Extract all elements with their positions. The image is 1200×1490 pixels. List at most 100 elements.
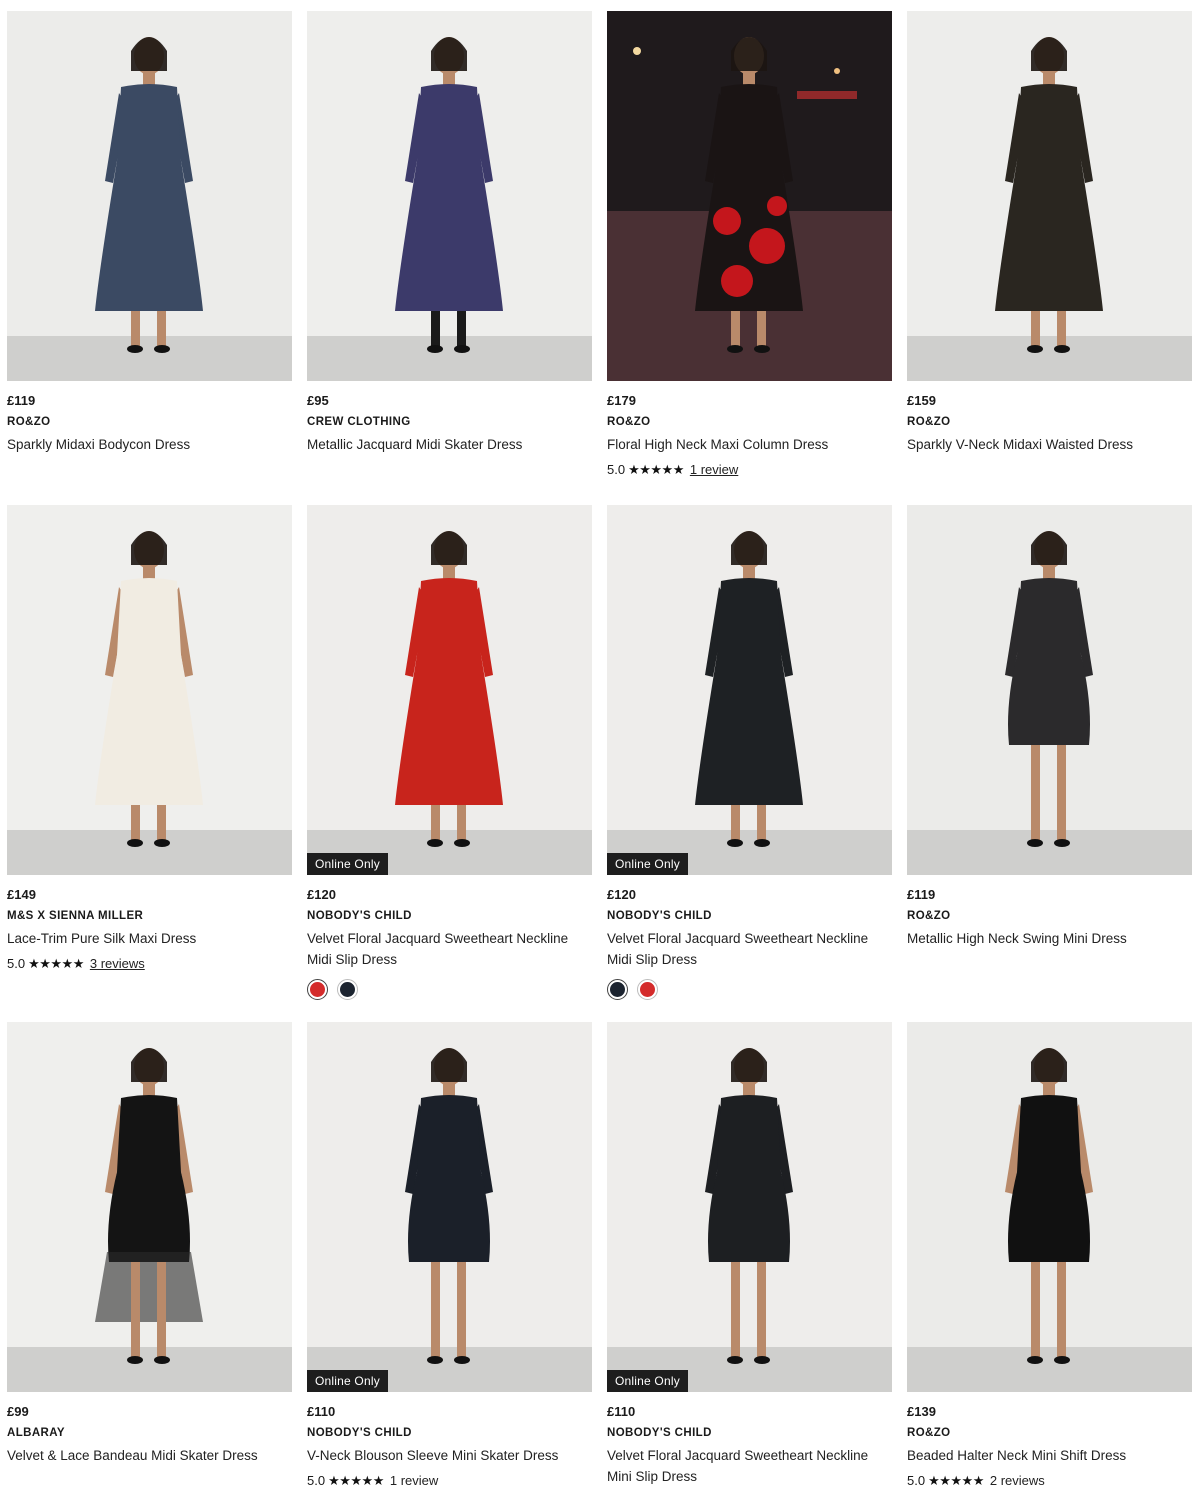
product-card[interactable]: Online Only £120 NOBODY'S CHILD Velvet Flor…: [307, 505, 592, 1022]
product-price: £95: [307, 393, 329, 408]
colour-swatches: [307, 979, 592, 1000]
product-card[interactable]: £159 RO&ZO Sparkly V-Neck Midaxi Waisted D…: [907, 11, 1192, 505]
product-name-link[interactable]: Sparkly V-Neck Midaxi Waisted Dress: [907, 434, 1192, 455]
product-rating: 5.0 ★★★★★ 1 review: [307, 1473, 592, 1489]
product-name-link[interactable]: Velvet & Lace Bandeau Midi Skater Dress: [7, 1445, 292, 1466]
product-image-link[interactable]: Online Only: [307, 505, 592, 875]
product-image-link[interactable]: Online Only: [307, 1022, 592, 1392]
product-price: £139: [907, 1404, 936, 1419]
product-name-link[interactable]: Velvet Floral Jacquard Sweetheart Neckli…: [607, 928, 892, 970]
product-name-link[interactable]: Velvet Floral Jacquard Sweetheart Neckli…: [307, 928, 592, 970]
star-rating-icon: ★★★★★: [28, 956, 84, 971]
model-in-blue-sparkly-dress: [7, 11, 292, 381]
model-in-black-metallic-mini-dress: [907, 505, 1192, 875]
product-image-link[interactable]: [7, 11, 292, 381]
product-image-link[interactable]: [907, 505, 1192, 875]
product-card[interactable]: £119 RO&ZO Metallic High Neck Swing Mini D…: [907, 505, 1192, 1022]
product-price: £119: [7, 393, 36, 408]
rating-value: 5.0: [607, 462, 626, 477]
product-name-link[interactable]: Metallic Jacquard Midi Skater Dress: [307, 434, 592, 455]
model-in-purple-jacquard-dress: [307, 11, 592, 381]
product-price: £119: [907, 887, 936, 902]
product-card[interactable]: Online Only £110 NOBODY'S CHILD Velvet Flor…: [607, 1022, 892, 1490]
product-image-link[interactable]: [7, 1022, 292, 1392]
model-in-black-mini-slip-dress: [607, 1022, 892, 1392]
online-only-badge: Online Only: [607, 1370, 688, 1392]
product-rating: 5.0 ★★★★★ 3 reviews: [7, 956, 292, 972]
product-image-link[interactable]: [907, 11, 1192, 381]
product-image-link[interactable]: Online Only: [607, 1022, 892, 1392]
product-name-link[interactable]: Floral High Neck Maxi Column Dress: [607, 434, 892, 455]
product-brand: RO&ZO: [907, 416, 951, 428]
product-price: £120: [607, 887, 636, 902]
product-name-link[interactable]: Metallic High Neck Swing Mini Dress: [907, 928, 1192, 949]
product-brand: NOBODY'S CHILD: [607, 1427, 712, 1439]
product-brand: NOBODY'S CHILD: [307, 1427, 412, 1439]
model-in-black-gold-dress: [907, 11, 1192, 381]
product-card[interactable]: £119 RO&ZO Sparkly Midaxi Bodycon Dress: [7, 11, 292, 505]
rating-value: 5.0: [7, 956, 26, 971]
product-brand: RO&ZO: [907, 1427, 951, 1439]
model-in-ivory-silk-dress: [7, 505, 292, 875]
product-price: £110: [607, 1404, 636, 1419]
swatch-colour: [310, 982, 325, 997]
product-brand: CREW CLOTHING: [307, 416, 411, 428]
online-only-badge: Online Only: [607, 853, 688, 875]
product-brand: ALBARAY: [7, 1427, 65, 1439]
swatch-colour: [640, 982, 655, 997]
model-in-black-bandeau-dress: [7, 1022, 292, 1392]
colour-swatch[interactable]: [637, 979, 658, 1000]
swatch-colour: [610, 982, 625, 997]
product-price: £99: [7, 1404, 29, 1419]
product-image-link[interactable]: [607, 11, 892, 381]
product-price: £120: [307, 887, 336, 902]
product-price: £179: [607, 393, 636, 408]
colour-swatch[interactable]: [307, 979, 328, 1000]
model-in-navy-mini-dress: [307, 1022, 592, 1392]
colour-swatches: [607, 979, 892, 1000]
star-rating-icon: ★★★★★: [328, 1473, 384, 1488]
colour-swatch[interactable]: [337, 979, 358, 1000]
product-name-link[interactable]: V-Neck Blouson Sleeve Mini Skater Dress: [307, 1445, 592, 1466]
rating-value: 5.0: [307, 1473, 326, 1488]
product-brand: RO&ZO: [607, 416, 651, 428]
product-price: £149: [7, 887, 36, 902]
product-rating: 5.0 ★★★★★ 2 reviews: [907, 1473, 1192, 1489]
product-name-link[interactable]: Velvet Floral Jacquard Sweetheart Neckli…: [607, 1445, 892, 1487]
reviews-link[interactable]: 1 review: [390, 1473, 438, 1489]
product-name-link[interactable]: Beaded Halter Neck Mini Shift Dress: [907, 1445, 1192, 1466]
product-brand: M&S X SIENNA MILLER: [7, 910, 144, 922]
product-price: £110: [307, 1404, 336, 1419]
product-image-link[interactable]: [307, 11, 592, 381]
product-image-link[interactable]: Online Only: [607, 505, 892, 875]
product-card[interactable]: Online Only £110 NOBODY'S CHILD V-Neck Blou…: [307, 1022, 592, 1490]
model-in-red-slip-dress: [307, 505, 592, 875]
product-card[interactable]: £149 M&S X SIENNA MILLER Lace-Trim Pure Si…: [7, 505, 292, 1022]
reviews-link[interactable]: 2 reviews: [990, 1473, 1045, 1489]
product-card[interactable]: £179 RO&ZO Floral High Neck Maxi Column Dr…: [607, 11, 892, 505]
online-only-badge: Online Only: [307, 853, 388, 875]
rating-value: 5.0: [907, 1473, 926, 1488]
product-card[interactable]: £95 CREW CLOTHING Metallic Jacquard Midi S…: [307, 11, 592, 505]
product-name-link[interactable]: Sparkly Midaxi Bodycon Dress: [7, 434, 292, 455]
product-brand: NOBODY'S CHILD: [607, 910, 712, 922]
product-brand: RO&ZO: [7, 416, 51, 428]
star-rating-icon: ★★★★★: [628, 462, 684, 477]
product-image-link[interactable]: [7, 505, 292, 875]
model-in-black-slip-dress: [607, 505, 892, 875]
product-grid: £119 RO&ZO Sparkly Midaxi Bodycon Dress £95…: [7, 11, 1192, 1490]
star-rating-icon: ★★★★★: [928, 1473, 984, 1488]
product-card[interactable]: Online Only £120 NOBODY'S CHILD Velvet Flor…: [607, 505, 892, 1022]
product-brand: NOBODY'S CHILD: [307, 910, 412, 922]
product-card[interactable]: £99 ALBARAY Velvet & Lace Bandeau Midi Ska…: [7, 1022, 292, 1490]
online-only-badge: Online Only: [307, 1370, 388, 1392]
swatch-colour: [340, 982, 355, 997]
reviews-link[interactable]: 3 reviews: [90, 956, 145, 972]
reviews-link[interactable]: 1 review: [690, 462, 738, 478]
product-card[interactable]: £139 RO&ZO Beaded Halter Neck Mini Shift D…: [907, 1022, 1192, 1490]
product-name-link[interactable]: Lace-Trim Pure Silk Maxi Dress: [7, 928, 292, 949]
product-image-link[interactable]: [907, 1022, 1192, 1392]
product-brand: RO&ZO: [907, 910, 951, 922]
colour-swatch[interactable]: [607, 979, 628, 1000]
model-in-black-shift-dress: [907, 1022, 1192, 1392]
